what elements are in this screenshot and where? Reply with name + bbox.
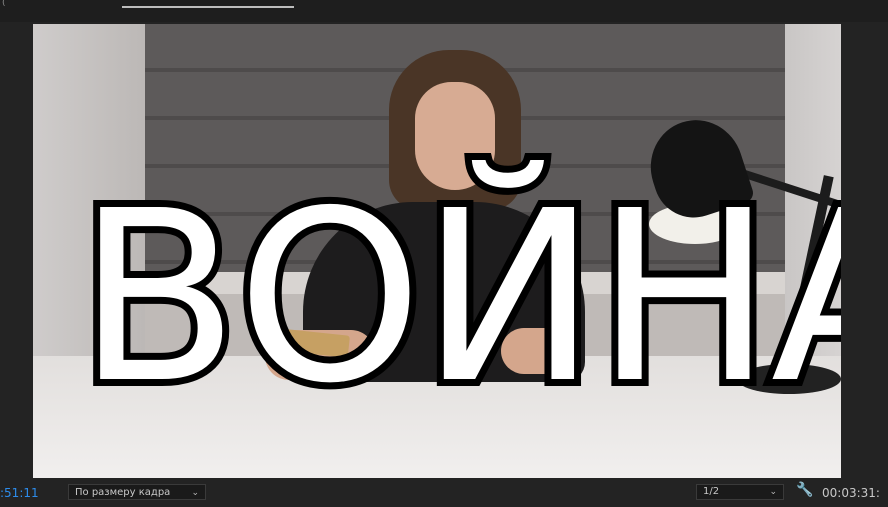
tab-program[interactable] <box>122 0 294 8</box>
playback-resolution-value: 1/2 <box>703 486 720 497</box>
title-overlay-text: ВОЙНА <box>70 160 841 435</box>
panel-tab-bar: ( <box>0 0 888 22</box>
duration-timecode: 00:03:31: <box>822 486 880 500</box>
tab-source[interactable]: ( <box>2 0 92 8</box>
playhead-timecode[interactable]: :51:11 <box>0 486 39 500</box>
program-monitor-frame[interactable]: ВОЙНА <box>33 24 841 478</box>
monitor-controls-bar: :51:11 По размеру кадра ⌄ 1/2 ⌄ 🔧 00:03:… <box>0 478 888 507</box>
zoom-fit-dropdown[interactable]: По размеру кадра ⌄ <box>68 484 206 500</box>
chevron-down-icon: ⌄ <box>191 488 199 498</box>
playback-resolution-dropdown[interactable]: 1/2 ⌄ <box>696 484 784 500</box>
chevron-down-icon: ⌄ <box>769 487 777 497</box>
zoom-fit-value: По размеру кадра <box>75 487 171 498</box>
wrench-icon[interactable]: 🔧 <box>796 482 813 498</box>
